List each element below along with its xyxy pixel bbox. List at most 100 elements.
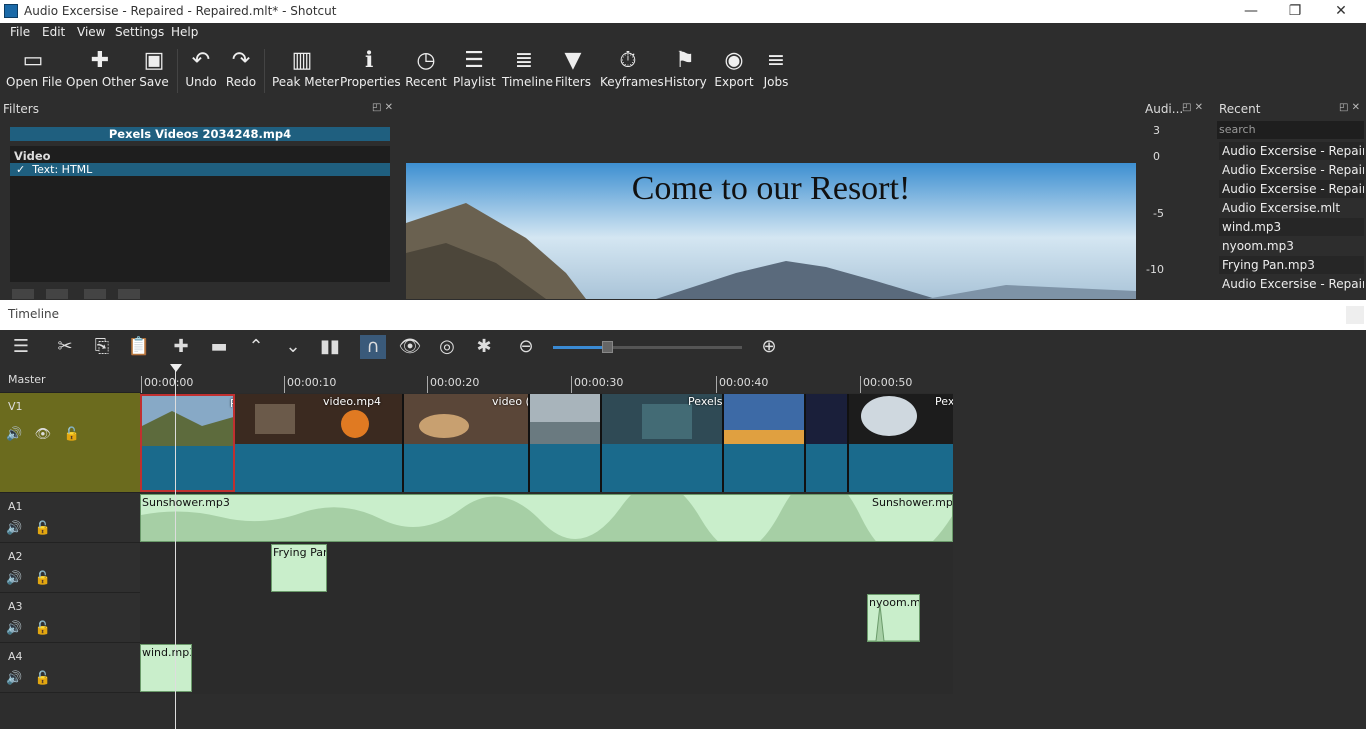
- open-other-button[interactable]: ✚ Open Other: [66, 45, 136, 97]
- filter-item-text-html[interactable]: ✓ Text: HTML: [10, 163, 390, 176]
- track-header-a4[interactable]: A4 🔊 🔓: [0, 643, 140, 693]
- menu-view[interactable]: View: [77, 25, 105, 39]
- snap-icon[interactable]: ∩: [360, 335, 386, 359]
- recent-item[interactable]: Audio Excersise - Repair...: [1219, 161, 1364, 179]
- playhead-handle[interactable]: [170, 364, 182, 372]
- timeline-button[interactable]: ≣ Timeline: [502, 45, 553, 97]
- lock-icon[interactable]: 🔓: [35, 571, 51, 586]
- mute-icon[interactable]: 🔊: [6, 427, 22, 442]
- video-clip[interactable]: [530, 394, 602, 492]
- video-clip[interactable]: Pexels: [602, 394, 724, 492]
- menu-file[interactable]: File: [10, 25, 30, 39]
- peak-meter-button[interactable]: ▥ Peak Meter: [272, 45, 339, 97]
- export-icon: ◉: [724, 48, 744, 73]
- history-button[interactable]: ⚑ History: [664, 45, 707, 97]
- visibility-eye-icon[interactable]: 👁: [35, 427, 52, 442]
- mute-icon[interactable]: 🔊: [6, 571, 22, 586]
- recent-item[interactable]: Audio Excersise - Repair...: [1219, 142, 1364, 160]
- ruler-tick: 00:00:30: [571, 376, 623, 393]
- timeline-tracks[interactable]: 00:00:00 00:00:10 00:00:20 00:00:30 00:0…: [140, 364, 953, 694]
- track-header-a1[interactable]: A1 🔊 🔓: [0, 493, 140, 543]
- video-preview[interactable]: Come to our Resort!: [406, 163, 1136, 299]
- remove-filter-button[interactable]: [46, 289, 68, 299]
- zoom-slider-handle[interactable]: [602, 341, 613, 353]
- recent-item[interactable]: Frying Pan.mp3: [1219, 256, 1364, 274]
- video-clip[interactable]: video (1: [404, 394, 530, 492]
- playlist-icon: ☰: [464, 48, 484, 73]
- recent-panel-title: Recent: [1219, 102, 1261, 116]
- audio-meter-dock-buttons[interactable]: ◰ ✕: [1182, 102, 1203, 113]
- lock-icon[interactable]: 🔓: [64, 427, 80, 442]
- add-filter-button[interactable]: [12, 289, 34, 299]
- menu-settings[interactable]: Settings: [115, 25, 164, 39]
- audio-clip-frying-pan[interactable]: Frying Pan.r: [271, 544, 327, 592]
- recent-search-input[interactable]: search: [1217, 121, 1364, 139]
- zoom-out-icon[interactable]: ⊖: [513, 335, 539, 359]
- recent-item[interactable]: Audio Excersise - Repair...: [1219, 275, 1364, 293]
- properties-button[interactable]: ℹ Properties: [340, 45, 401, 97]
- zoom-slider-fill: [553, 346, 608, 349]
- timeline-menu-icon[interactable]: ☰: [8, 335, 34, 359]
- redo-button[interactable]: ↷ Redo: [224, 45, 258, 97]
- filter-list: Video ✓ Text: HTML: [10, 146, 390, 282]
- mute-icon[interactable]: 🔊: [6, 621, 22, 636]
- track-header-a2[interactable]: A2 🔊 🔓: [0, 543, 140, 593]
- remove-icon[interactable]: ▬: [206, 335, 232, 359]
- timeline-ruler[interactable]: 00:00:00 00:00:10 00:00:20 00:00:30 00:0…: [140, 364, 953, 393]
- ripple-icon[interactable]: ◎: [434, 335, 460, 359]
- open-file-icon: ▭: [22, 48, 44, 73]
- undo-button[interactable]: ↶ Undo: [184, 45, 218, 97]
- video-clip[interactable]: [724, 394, 806, 492]
- track-headers: Master V1 🔊 👁 🔓 A1 🔊 🔓 A2 🔊 🔓 A3 🔊 🔓 A4 …: [0, 364, 140, 694]
- audio-clip-sunshower[interactable]: Sunshower.mp3 Sunshower.mp3: [140, 494, 953, 542]
- filters-dock-buttons[interactable]: ◰ ✕: [372, 102, 393, 113]
- video-clip[interactable]: video.mp4: [235, 394, 404, 492]
- zoom-in-icon[interactable]: ⊕: [756, 335, 782, 359]
- save-icon: ▣: [143, 48, 165, 73]
- copy-icon[interactable]: ⎘: [89, 335, 115, 359]
- lift-icon[interactable]: ⌃: [243, 335, 269, 359]
- video-clip[interactable]: P: [140, 394, 235, 492]
- save-button[interactable]: ▣ Save: [138, 45, 170, 97]
- playlist-button[interactable]: ☰ Playlist: [453, 45, 496, 97]
- lock-icon[interactable]: 🔓: [35, 521, 51, 536]
- recent-item[interactable]: Audio Excersise.mlt: [1219, 199, 1364, 217]
- keyframes-button[interactable]: ⏱ Keyframes: [600, 45, 664, 97]
- recent-dock-buttons[interactable]: ◰ ✕: [1339, 102, 1360, 113]
- minimize-button[interactable]: —: [1228, 0, 1274, 23]
- paste-icon[interactable]: 📋: [126, 335, 152, 359]
- video-clip[interactable]: Pex: [849, 394, 953, 492]
- cut-icon[interactable]: ✂: [52, 335, 78, 359]
- menu-help[interactable]: Help: [171, 25, 198, 39]
- checkmark-icon[interactable]: ✓: [16, 163, 25, 176]
- recent-button[interactable]: ◷ Recent: [404, 45, 448, 97]
- export-button[interactable]: ◉ Export: [714, 45, 754, 97]
- mute-icon[interactable]: 🔊: [6, 671, 22, 686]
- maximize-button[interactable]: ❐: [1272, 0, 1318, 23]
- timeline-undock-button[interactable]: [1346, 306, 1364, 324]
- close-button[interactable]: ✕: [1318, 0, 1364, 23]
- copy-filter-button[interactable]: [84, 289, 106, 299]
- lock-icon[interactable]: 🔓: [35, 671, 51, 686]
- append-icon[interactable]: ✚: [168, 335, 194, 359]
- paste-filter-button[interactable]: [118, 289, 140, 299]
- recent-item[interactable]: Audio Excersise - Repair...: [1219, 180, 1364, 198]
- filters-button[interactable]: ▼ Filters: [554, 45, 592, 97]
- track-header-a3[interactable]: A3 🔊 🔓: [0, 593, 140, 643]
- menu-edit[interactable]: Edit: [42, 25, 65, 39]
- playhead[interactable]: [175, 364, 176, 729]
- lock-icon[interactable]: 🔓: [35, 621, 51, 636]
- open-file-button[interactable]: ▭ Open File: [6, 45, 62, 97]
- audio-clip-nyoom[interactable]: nyoom.mp3: [867, 594, 920, 642]
- overwrite-icon[interactable]: ⌄: [280, 335, 306, 359]
- jobs-button[interactable]: ≡ Jobs: [760, 45, 792, 97]
- ripple-all-icon[interactable]: ✱: [471, 335, 497, 359]
- video-clip[interactable]: [806, 394, 849, 492]
- recent-item[interactable]: wind.mp3: [1219, 218, 1364, 236]
- scrub-icon[interactable]: 👁: [397, 335, 423, 359]
- audio-clip-wind[interactable]: wind.mp3: [140, 644, 192, 692]
- recent-item[interactable]: nyoom.mp3: [1219, 237, 1364, 255]
- track-header-v1[interactable]: V1 🔊 👁 🔓: [0, 393, 140, 493]
- mute-icon[interactable]: 🔊: [6, 521, 22, 536]
- split-icon[interactable]: ▮▮: [317, 335, 343, 359]
